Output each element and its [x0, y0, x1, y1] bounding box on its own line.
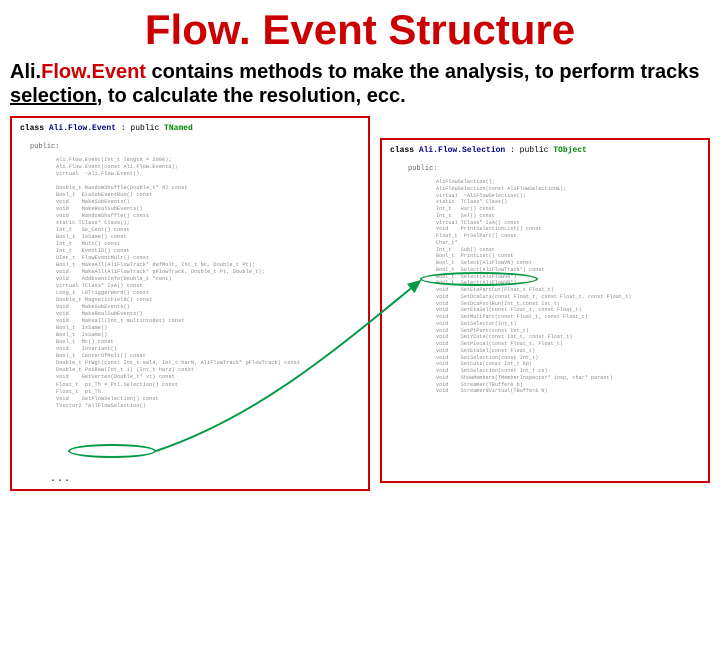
slide-title: Flow. Event Structure [0, 0, 720, 54]
right-decl-sep: : public [505, 146, 553, 155]
panels-container: class Ali.Flow.Event : public TNamed pub… [0, 116, 720, 506]
subtitle-part-resolution: , to calculate the resolution, ecc. [97, 85, 406, 107]
right-base-class: TObject [553, 146, 587, 155]
kw-class: class [390, 146, 419, 155]
left-code-listing: Ali.Flow.Event(Int_t length = 2000); Ali… [56, 157, 360, 410]
subtitle-selection: selection [10, 85, 97, 107]
right-access-public: public: [408, 165, 700, 173]
slide-subtitle: Ali.Flow.Event contains methods to make … [0, 54, 720, 116]
kw-class: class [20, 124, 49, 133]
subtitle-part-contains: contains methods to make the analysis, t… [146, 61, 700, 83]
highlight-oval-left [68, 444, 156, 458]
right-code-panel: class Ali.Flow.Selection : public TObjec… [380, 138, 710, 483]
left-access-public: public: [30, 143, 360, 151]
subtitle-flow-event: Flow.Event [41, 61, 146, 83]
left-code-panel: class Ali.Flow.Event : public TNamed pub… [10, 116, 370, 491]
left-base-class: TNamed [164, 124, 193, 133]
right-code-listing: AliFlowSelection(); AliFlowSelection(con… [436, 179, 700, 395]
left-decl-sep: : public [116, 124, 164, 133]
ellipsis-icon: ... [50, 474, 71, 485]
right-class-name: Ali.Flow.Selection [419, 146, 505, 155]
left-class-name: Ali.Flow.Event [49, 124, 116, 133]
highlight-oval-right [420, 272, 538, 286]
right-class-declaration: class Ali.Flow.Selection : public TObjec… [390, 146, 700, 155]
left-class-declaration: class Ali.Flow.Event : public TNamed [20, 124, 360, 133]
subtitle-part-ali: Ali. [10, 61, 41, 83]
